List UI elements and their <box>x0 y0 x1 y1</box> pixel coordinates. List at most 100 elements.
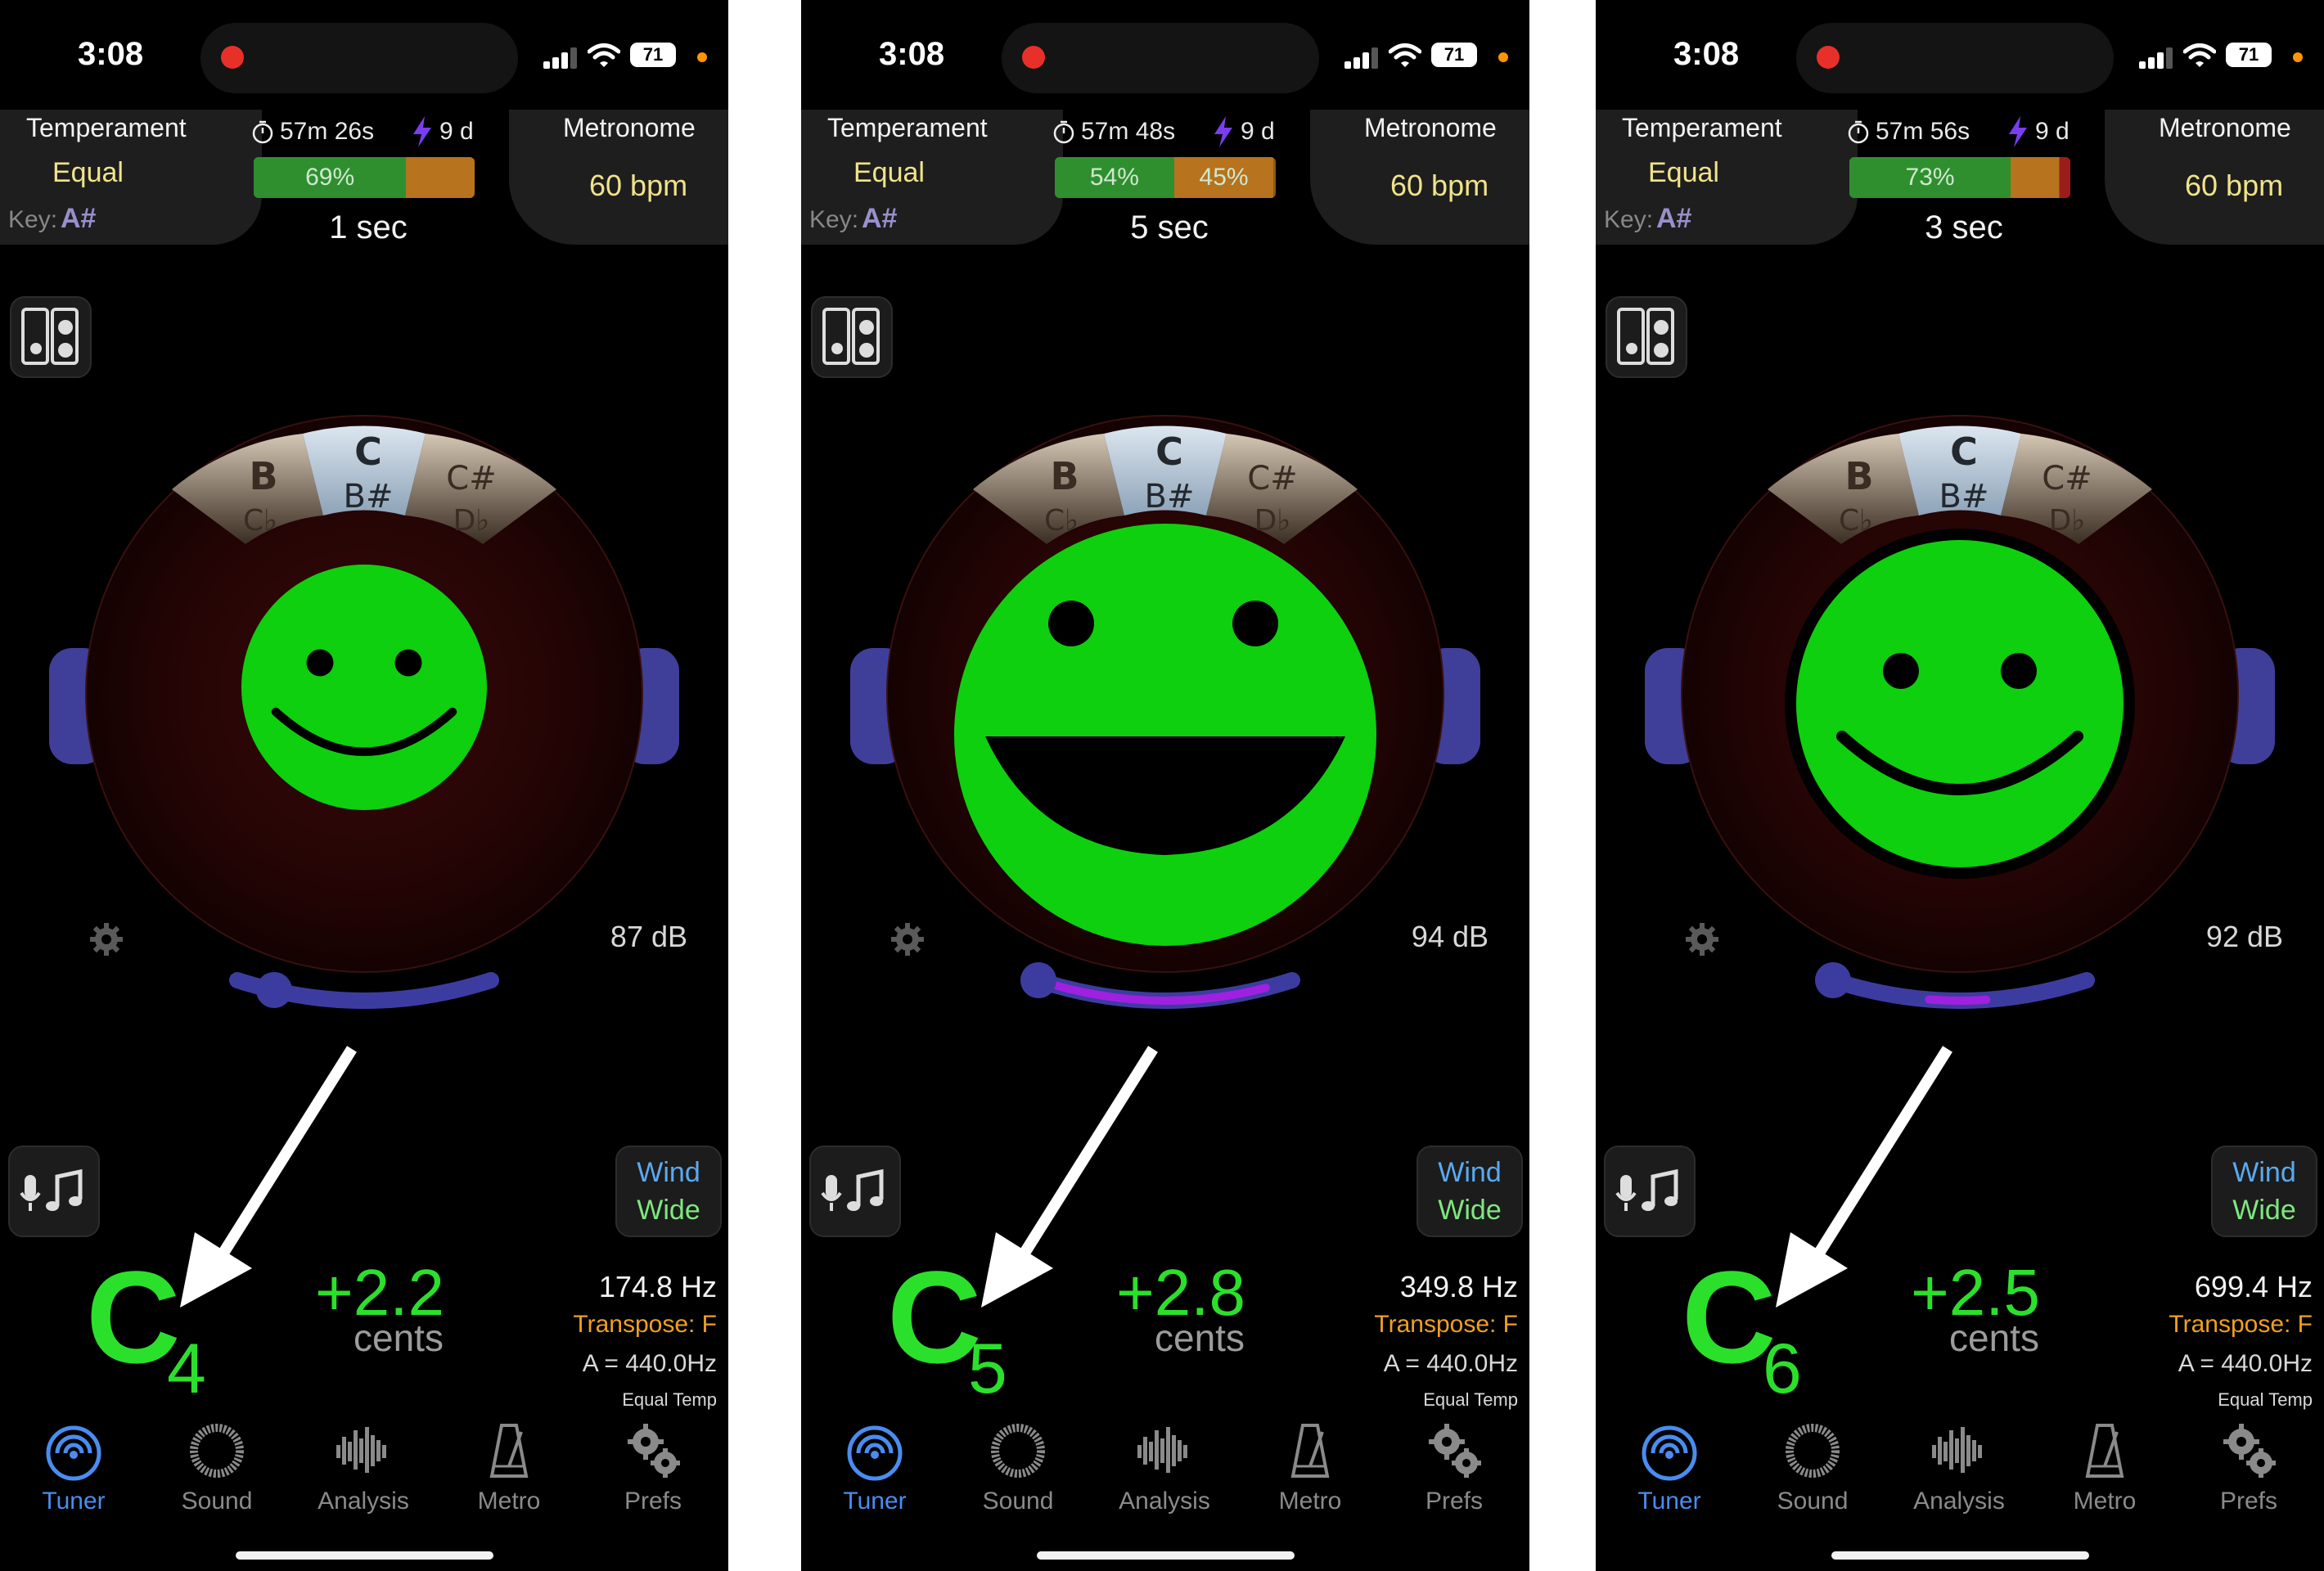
tab-label: Sound <box>982 1488 1054 1515</box>
face-eye <box>1883 653 1919 689</box>
progress-off-percent <box>2011 157 2059 198</box>
input-level: 92 dB <box>2205 920 2283 953</box>
tab-label: Metro <box>477 1488 541 1515</box>
transposition-mode-button[interactable]: Wind Wide <box>615 1146 722 1237</box>
scale-left-note: B <box>1844 454 1873 498</box>
instrument-select-button[interactable] <box>1606 296 1687 378</box>
tab-analysis[interactable]: Analysis <box>1107 1420 1222 1515</box>
tab-metro[interactable]: Metro <box>452 1420 566 1515</box>
tab-label: Analysis <box>1913 1488 2005 1515</box>
transposition-mode-button[interactable]: Wind Wide <box>1416 1146 1523 1237</box>
cellular-signal-icon <box>543 46 579 69</box>
wifi-icon <box>588 43 620 67</box>
battery-icon: 71 <box>1431 43 1477 67</box>
face-eye <box>1232 601 1278 646</box>
cents-label: cents <box>1155 1317 1245 1359</box>
microphone-note-icon <box>20 1168 83 1211</box>
instrument-select-button[interactable] <box>811 296 893 378</box>
tab-sound[interactable]: Sound <box>160 1420 274 1515</box>
tab-metro[interactable]: Metro <box>1253 1420 1367 1515</box>
wind-label: Wind <box>2232 1157 2296 1188</box>
dial-settings-gear-icon[interactable] <box>88 921 124 957</box>
scale-right-alt: D♭ <box>1254 504 1291 538</box>
privacy-indicator-icon <box>1498 52 1508 62</box>
dial-settings-gear-icon[interactable] <box>890 921 926 957</box>
tab-prefs[interactable]: Prefs <box>1397 1420 1511 1515</box>
scale-right-alt: D♭ <box>2049 504 2086 538</box>
tuning-face-icon <box>241 565 487 810</box>
scale-center-note: C <box>354 430 382 474</box>
tab-analysis[interactable]: Analysis <box>306 1420 421 1515</box>
practice-timer: 57m 56s <box>1876 118 1970 145</box>
home-indicator <box>1037 1551 1295 1560</box>
tab-prefs[interactable]: Prefs <box>596 1420 710 1515</box>
home-indicator <box>1831 1551 2089 1560</box>
recording-indicator-icon <box>221 46 244 69</box>
temperament-value[interactable]: Equal <box>853 157 925 189</box>
accuracy-arc-knob[interactable] <box>1020 962 1056 998</box>
tab-sound[interactable]: Sound <box>1755 1420 1870 1515</box>
key-label: Key: <box>1604 206 1654 233</box>
temperament-short-readout: Equal Temp <box>622 1389 717 1410</box>
dial-settings-gear-icon[interactable] <box>1684 921 1720 957</box>
analysis-icon <box>1932 1427 1982 1473</box>
scale-center-alt: B# <box>1145 478 1195 515</box>
input-source-button[interactable] <box>809 1146 901 1237</box>
accuracy-arc-knob[interactable] <box>256 972 292 1008</box>
input-source-button[interactable] <box>8 1146 100 1237</box>
tab-label: Tuner <box>1637 1488 1701 1515</box>
tab-tuner[interactable]: Tuner <box>1612 1420 1727 1515</box>
scale-left-alt: C♭ <box>243 504 277 538</box>
tab-label: Metro <box>1278 1488 1342 1515</box>
tab-analysis[interactable]: Analysis <box>1902 1420 2016 1515</box>
tab-tuner[interactable]: Tuner <box>16 1420 131 1515</box>
lightning-bolt-icon <box>1214 116 1232 147</box>
key-value[interactable]: A# <box>862 203 897 235</box>
recording-indicator-icon <box>1817 46 1840 69</box>
tab-metro[interactable]: Metro <box>2047 1420 2162 1515</box>
analysis-icon <box>1137 1427 1187 1473</box>
temperament-short-readout: Equal Temp <box>2218 1389 2313 1410</box>
metronome-tempo[interactable]: 60 bpm <box>589 169 687 203</box>
key-value[interactable]: A# <box>1656 203 1691 235</box>
metronome-label: Metronome <box>1364 113 1497 142</box>
practice-progress-bar: 69% <box>254 157 475 198</box>
stopwatch-icon <box>252 120 273 144</box>
metronome-tempo[interactable]: 60 bpm <box>1390 169 1489 203</box>
temperament-label: Temperament <box>26 113 187 142</box>
tab-tuner[interactable]: Tuner <box>817 1420 932 1515</box>
face-eye <box>394 649 422 677</box>
tab-sound[interactable]: Sound <box>961 1420 1075 1515</box>
status-time: 3:08 <box>1673 36 1740 72</box>
face-eye <box>306 649 334 677</box>
wind-label: Wind <box>1438 1157 1502 1188</box>
detected-octave: 6 <box>1763 1330 1802 1408</box>
progress-off-percent: 45% <box>1199 164 1249 191</box>
instrument-select-button[interactable] <box>10 296 92 378</box>
transpose-readout: Transpose: F <box>573 1311 717 1338</box>
cellular-signal-icon <box>2139 46 2175 69</box>
tab-label: Prefs <box>2219 1488 2278 1515</box>
tuning-face-icon <box>954 524 1376 946</box>
metronome-tempo[interactable]: 60 bpm <box>2185 169 2283 203</box>
wind-label: Wind <box>637 1157 700 1188</box>
tab-label: Prefs <box>624 1488 682 1515</box>
metronome-icon <box>489 1424 529 1478</box>
practice-timer: 57m 26s <box>280 118 375 145</box>
scale-center-note: C <box>1155 430 1183 474</box>
microphone-note-icon <box>1615 1168 1678 1211</box>
dynamic-island <box>1796 23 2114 93</box>
temperament-value[interactable]: Equal <box>52 157 124 189</box>
sound-icon <box>1786 1424 1840 1478</box>
tab-label: Tuner <box>42 1488 106 1515</box>
tab-prefs[interactable]: Prefs <box>2191 1420 2306 1515</box>
instrument-icon <box>822 308 880 365</box>
temperament-value[interactable]: Equal <box>1648 157 1719 189</box>
home-indicator <box>236 1551 493 1560</box>
accuracy-arc-knob[interactable] <box>1815 962 1851 998</box>
input-source-button[interactable] <box>1604 1146 1696 1237</box>
transposition-mode-button[interactable]: Wind Wide <box>2211 1146 2317 1237</box>
key-value[interactable]: A# <box>61 203 96 235</box>
privacy-indicator-icon <box>2293 52 2303 62</box>
practice-timer: 57m 48s <box>1081 118 1176 145</box>
